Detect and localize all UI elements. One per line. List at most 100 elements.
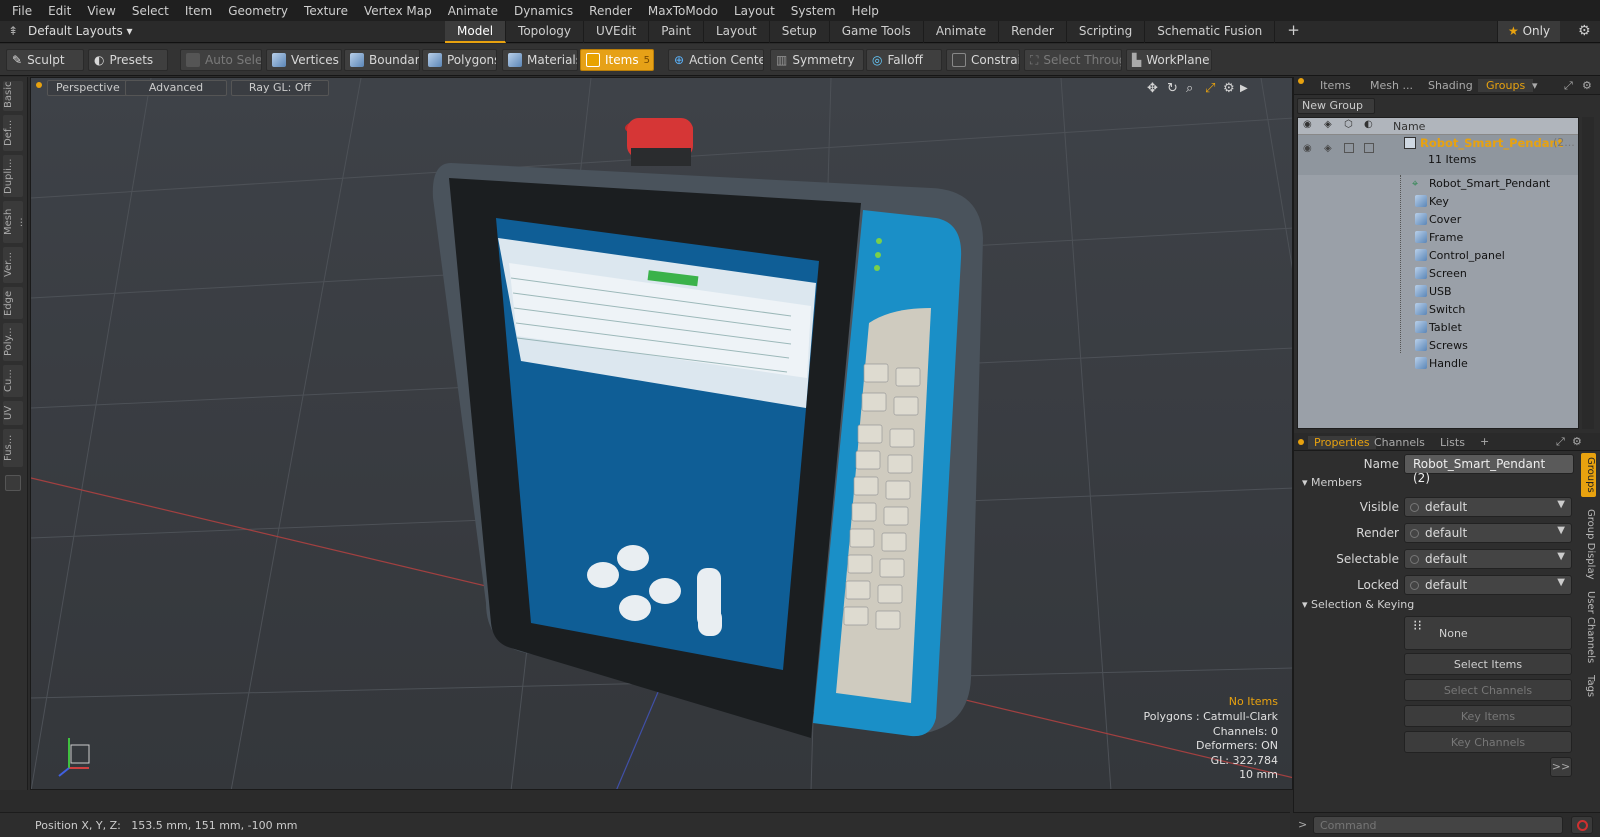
vertices-button[interactable]: Vertices1: [266, 49, 342, 71]
tab-layout[interactable]: Layout: [704, 21, 770, 43]
visible-dropdown[interactable]: default ▼: [1404, 497, 1572, 517]
props-tab-channels[interactable]: Channels: [1374, 436, 1425, 449]
panel-tab-groups[interactable]: Groups: [1478, 79, 1534, 92]
props-gear-icon[interactable]: ⚙: [1572, 435, 1582, 448]
tab-setup[interactable]: Setup: [770, 21, 830, 43]
render-dropdown[interactable]: default ▼: [1404, 523, 1572, 543]
list-item[interactable]: Switch: [1298, 301, 1578, 319]
left-tab-deform[interactable]: Def...: [3, 115, 23, 151]
panel-gear-icon[interactable]: ⚙: [1582, 79, 1592, 92]
select-channels-button[interactable]: Select Channels: [1404, 679, 1572, 701]
command-input[interactable]: [1313, 816, 1563, 834]
constraints-button[interactable]: Constrai...: [946, 49, 1020, 71]
menu-edit[interactable]: Edit: [40, 4, 79, 18]
side-tab-groups[interactable]: Groups: [1581, 453, 1596, 497]
tab-paint[interactable]: Paint: [649, 21, 704, 43]
panel-tab-dropdown-icon[interactable]: ▾: [1532, 79, 1538, 92]
group-select-toggle[interactable]: [1344, 143, 1354, 153]
viewport-arrow-icon[interactable]: ▶: [1240, 83, 1248, 94]
tab-uvedit[interactable]: UVEdit: [584, 21, 650, 43]
sculpt-button[interactable]: ✎ Sculpt: [6, 49, 84, 71]
menu-geometry[interactable]: Geometry: [220, 4, 296, 18]
menu-dynamics[interactable]: Dynamics: [506, 4, 581, 18]
list-item[interactable]: Control_panel: [1298, 247, 1578, 265]
viewport-raygl-button[interactable]: Ray GL: Off: [231, 80, 329, 96]
menu-system[interactable]: System: [783, 4, 844, 18]
tab-model[interactable]: Model: [445, 21, 507, 43]
selection-keying-section[interactable]: ▾ Selection & Keying: [1302, 598, 1414, 611]
left-tab-fusion[interactable]: Fus...: [3, 429, 23, 467]
menu-vertex-map[interactable]: Vertex Map: [356, 4, 440, 18]
members-section[interactable]: ▾ Members: [1302, 476, 1362, 489]
record-button[interactable]: [1571, 816, 1593, 834]
list-item[interactable]: Screws: [1298, 337, 1578, 355]
boundary-button[interactable]: Boundary: [344, 49, 420, 71]
key-channels-button[interactable]: Key Channels: [1404, 731, 1572, 753]
side-tab-tags[interactable]: Tags: [1581, 671, 1596, 701]
key-items-button[interactable]: Key Items: [1404, 705, 1572, 727]
new-group-button[interactable]: New Group: [1297, 98, 1375, 114]
props-expand-icon[interactable]: ⤢: [1556, 435, 1565, 449]
props-tab-lists[interactable]: Lists: [1440, 436, 1465, 449]
symmetry-button[interactable]: ▥ Symmetry: [770, 49, 864, 71]
panel-tab-items[interactable]: Items: [1320, 79, 1351, 92]
items-button[interactable]: Items 5: [580, 49, 654, 71]
menu-help[interactable]: Help: [844, 4, 887, 18]
falloff-button[interactable]: ◎ Falloff: [866, 49, 942, 71]
left-tab-mesh[interactable]: Mesh ...: [3, 201, 25, 243]
group-row-selected[interactable]: ◉ ◈ Robot_Smart_Pendant (2... 11 Items: [1298, 135, 1578, 175]
left-tab-edge[interactable]: Edge: [3, 287, 23, 319]
menu-select[interactable]: Select: [124, 4, 177, 18]
list-item[interactable]: Screen: [1298, 265, 1578, 283]
selection-set-none[interactable]: ⁝⁝ None: [1404, 616, 1572, 650]
tab-animate[interactable]: Animate: [924, 21, 1000, 43]
group-eye-icon[interactable]: ◉: [1303, 143, 1312, 154]
left-tab-polygon[interactable]: Poly...: [3, 323, 23, 361]
select-through-button[interactable]: ⛶ Select Through: [1024, 49, 1122, 71]
only-toggle[interactable]: ★ Only: [1497, 21, 1561, 42]
list-item[interactable]: ⌖ Robot_Smart_Pendant: [1298, 175, 1578, 193]
left-tab-uv[interactable]: UV: [3, 401, 23, 425]
left-tab-vertex[interactable]: Ver...: [3, 247, 23, 283]
props-add-tab-icon[interactable]: +: [1480, 435, 1489, 448]
panel-expand-icon[interactable]: ⤢: [1564, 79, 1573, 93]
collapse-icon[interactable]: ⇞: [8, 24, 18, 38]
tab-game-tools[interactable]: Game Tools: [830, 21, 924, 43]
tab-render[interactable]: Render: [999, 21, 1067, 43]
menu-texture[interactable]: Texture: [296, 4, 356, 18]
presets-button[interactable]: ◐ Presets: [88, 49, 168, 71]
more-button[interactable]: >>: [1550, 757, 1572, 777]
menu-animate[interactable]: Animate: [440, 4, 506, 18]
menu-maxtomodo[interactable]: MaxToModo: [640, 4, 726, 18]
name-field[interactable]: Robot_Smart_Pendant (2): [1404, 454, 1574, 485]
left-tab-basic[interactable]: Basic: [3, 81, 23, 111]
zoom-view-icon[interactable]: ⌕: [1186, 81, 1193, 96]
list-item[interactable]: Handle: [1298, 355, 1578, 373]
viewport-perspective-button[interactable]: Perspective: [47, 80, 129, 96]
menu-item[interactable]: Item: [177, 4, 220, 18]
add-tab-icon[interactable]: +: [1275, 21, 1312, 43]
list-item[interactable]: Tablet: [1298, 319, 1578, 337]
side-tab-group-display[interactable]: Group Display: [1581, 505, 1596, 583]
viewport-gear-icon[interactable]: ⚙: [1223, 81, 1235, 96]
props-tab-properties[interactable]: Properties: [1308, 436, 1376, 449]
panel-tab-mesh[interactable]: Mesh ...: [1370, 79, 1413, 92]
fit-view-icon[interactable]: ⤢: [1205, 81, 1215, 96]
rotate-view-icon[interactable]: ↻: [1167, 81, 1178, 96]
list-item[interactable]: USB: [1298, 283, 1578, 301]
auto-select-button[interactable]: Auto Select: [180, 49, 262, 71]
list-item[interactable]: Key: [1298, 193, 1578, 211]
materials-button[interactable]: Materials: [502, 49, 578, 71]
list-item[interactable]: Frame: [1298, 229, 1578, 247]
groups-scrollbar[interactable]: [1582, 117, 1594, 429]
left-tab-duplicate[interactable]: Dupli...: [3, 155, 23, 197]
3d-viewport[interactable]: Perspective Advanced Ray GL: Off ✥ ↻ ⌕ ⤢…: [30, 77, 1293, 790]
menu-view[interactable]: View: [79, 4, 123, 18]
tab-scripting[interactable]: Scripting: [1067, 21, 1146, 43]
menu-file[interactable]: File: [4, 4, 40, 18]
tab-schematic-fusion[interactable]: Schematic Fusion: [1145, 21, 1276, 43]
polygons-button[interactable]: Polygons: [422, 49, 497, 71]
left-tab-curve[interactable]: Cu...: [3, 365, 23, 397]
left-panel-toggle[interactable]: [5, 475, 21, 491]
locked-dropdown[interactable]: default ▼: [1404, 575, 1572, 595]
